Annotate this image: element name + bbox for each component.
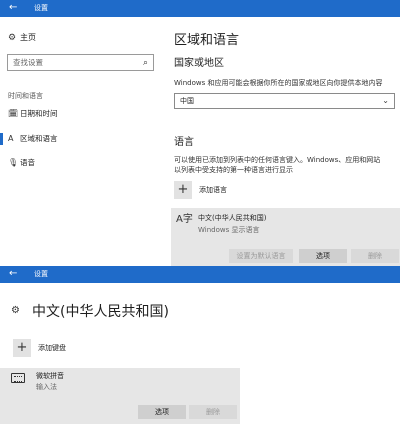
remove-button[interactable]: 删除 — [189, 405, 237, 419]
sidebar-home[interactable]: ⚙ 主页 — [8, 31, 36, 45]
country-value: 中国 — [180, 97, 194, 105]
gear-icon: ⚙ — [11, 305, 20, 316]
back-arrow-icon[interactable]: ← — [9, 1, 17, 15]
sidebar-group-label: 时间和语言 — [8, 92, 43, 100]
sidebar-item-region-language[interactable]: A 区域和语言 — [0, 132, 58, 146]
plus-icon: + — [13, 339, 31, 357]
options-button[interactable]: 选项 — [299, 249, 347, 263]
microphone-icon: 🎙 — [8, 158, 19, 167]
window-title: 设置 — [34, 270, 48, 278]
search-icon[interactable]: ⌕ — [143, 56, 148, 70]
language-description-line1: 可以使用已添加到列表中的任何语言键入。Windows、应用和网站 — [174, 156, 381, 164]
remove-button[interactable]: 删除 — [351, 249, 399, 263]
language-glyph-icon: A字 — [176, 214, 193, 225]
chevron-down-icon: ⌄ — [382, 96, 389, 105]
sidebar-item-speech[interactable]: 🎙 语音 — [8, 156, 35, 170]
add-language-label: 添加语言 — [199, 186, 227, 194]
search-input[interactable]: 查找设置 ⌕ — [7, 54, 154, 71]
language-description-line2: 以列表中受支持的第一种语言进行显示 — [174, 166, 293, 174]
title-bar: ← 设置 — [0, 266, 400, 283]
region-language-icon: A — [8, 134, 14, 143]
keyboard-list-item[interactable]: 微软拼音 输入法 选项 删除 — [0, 368, 240, 424]
title-bar: ← 设置 — [0, 0, 400, 17]
keyboard-name: 微软拼音 — [36, 372, 64, 380]
calendar-clock-icon: 🗓 — [8, 109, 19, 118]
settings-window-region: ← 设置 ⚙ 主页 查找设置 ⌕ 时间和语言 🗓 日期和时间 A 区域和语言 🎙 语音 … — [0, 0, 400, 266]
sidebar-item-label: 日期和时间 — [20, 109, 58, 118]
back-arrow-icon[interactable]: ← — [9, 267, 17, 281]
keyboard-subtitle: 输入法 — [36, 383, 57, 391]
country-description: Windows 和应用可能会根据你所在的国家或地区向你提供本地内容 — [174, 79, 383, 87]
options-button[interactable]: 选项 — [138, 405, 186, 419]
sidebar-item-label: 语音 — [20, 158, 35, 167]
gear-icon: ⚙ — [8, 33, 17, 43]
language-subtitle: Windows 显示语言 — [198, 226, 260, 234]
country-select[interactable]: 中国 ⌄ — [174, 93, 395, 109]
page-title: 区域和语言 — [174, 33, 240, 48]
search-placeholder: 查找设置 — [13, 58, 43, 67]
window-title: 设置 — [34, 4, 48, 12]
add-keyboard-label: 添加键盘 — [38, 344, 66, 352]
set-default-language-button[interactable]: 设置为默认语言 — [229, 249, 293, 263]
keyboard-icon — [11, 373, 25, 383]
country-heading: 国家或地区 — [174, 58, 224, 69]
sidebar-item-date-time[interactable]: 🗓 日期和时间 — [8, 107, 58, 121]
plus-icon: + — [174, 181, 192, 199]
language-name: 中文(中华人民共和国) — [198, 214, 267, 222]
sidebar-item-label: 区域和语言 — [20, 134, 58, 143]
language-list-item[interactable]: A字 中文(中华人民共和国) Windows 显示语言 设置为默认语言 选项 删… — [171, 208, 400, 266]
page-title: 中文(中华人民共和国) — [32, 304, 169, 320]
sidebar-home-label: 主页 — [20, 33, 36, 42]
language-heading: 语言 — [174, 137, 194, 148]
